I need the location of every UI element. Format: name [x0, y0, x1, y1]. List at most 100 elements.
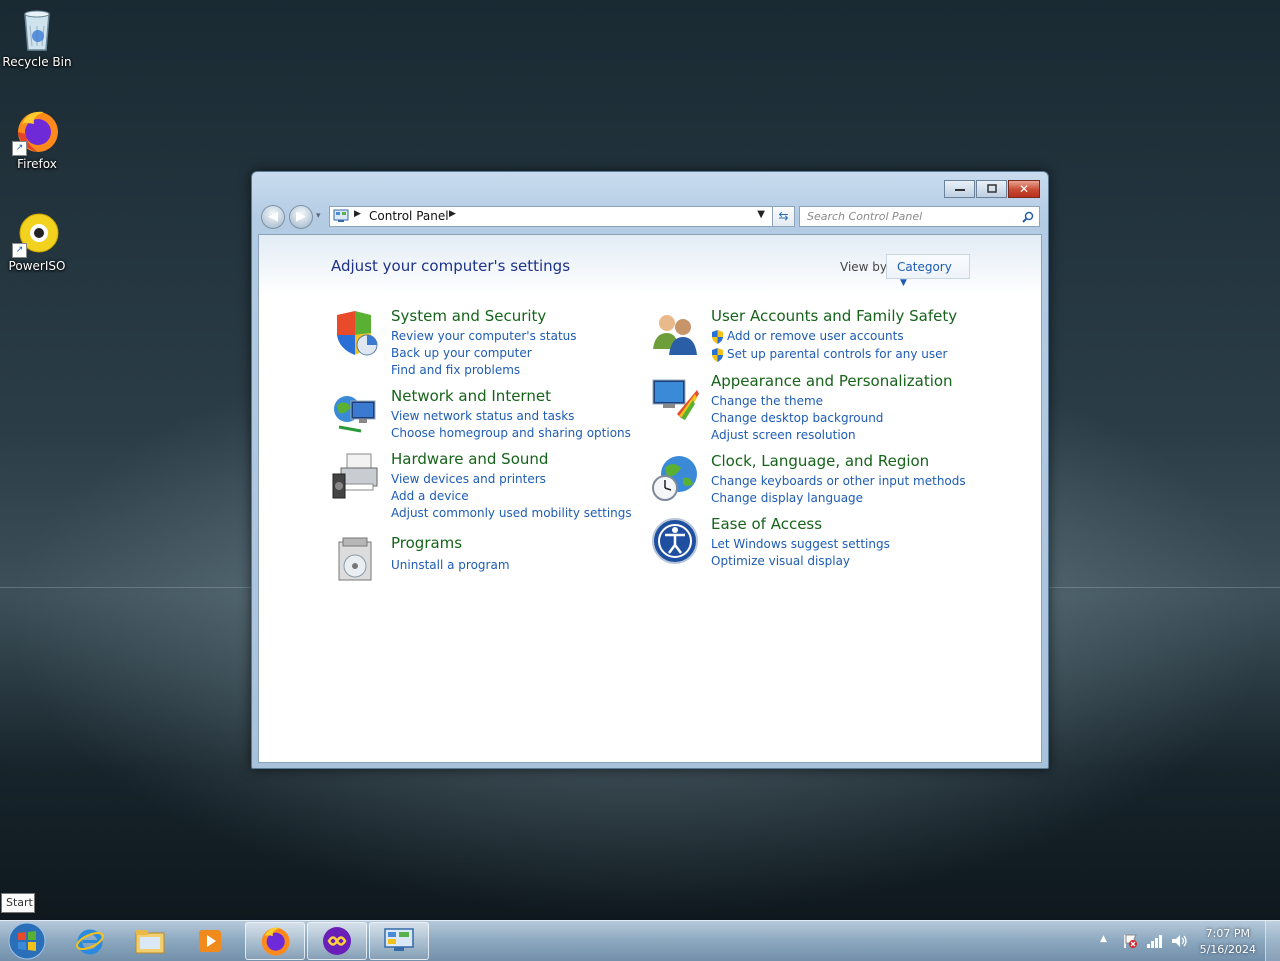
- search-icon: [1022, 211, 1034, 223]
- link-devices-printers[interactable]: View devices and printers: [391, 472, 546, 486]
- close-icon: ✕: [1018, 182, 1030, 196]
- clock-language-icon: [652, 456, 697, 501]
- back-button[interactable]: ◀: [261, 205, 285, 229]
- link-keyboards-input[interactable]: Change keyboards or other input methods: [711, 474, 966, 488]
- link-change-theme[interactable]: Change the theme: [711, 394, 823, 408]
- page-title: Adjust your computer's settings: [331, 257, 571, 275]
- shortcut-arrow-icon: ↗: [12, 243, 27, 258]
- taskbar-internet-explorer[interactable]: [60, 922, 120, 960]
- programs-icon: [338, 537, 372, 581]
- minimize-icon: [954, 189, 965, 191]
- desktop-icon-label: Firefox: [17, 157, 57, 171]
- address-bar[interactable]: ▶ Control Panel ▶ ▼: [329, 206, 794, 227]
- link-display-language[interactable]: Change display language: [711, 491, 863, 505]
- search-placeholder: Search Control Panel: [807, 210, 923, 223]
- caption-buttons: ✕: [944, 180, 1040, 198]
- network-internet-icon: [334, 396, 376, 433]
- restore-icon: [986, 184, 997, 193]
- shortcut-arrow-icon: ↗: [12, 141, 27, 156]
- link-mobility-settings[interactable]: Adjust commonly used mobility settings: [391, 506, 632, 520]
- link-add-remove-accounts[interactable]: Add or remove user accounts: [727, 329, 904, 343]
- forward-arrow-icon: ▶: [296, 209, 306, 224]
- category-title[interactable]: Ease of Access: [711, 515, 822, 533]
- taskbar-app-purple[interactable]: [307, 922, 367, 960]
- taskbar-media-player[interactable]: [180, 922, 240, 960]
- action-center-flag-icon[interactable]: [1122, 933, 1138, 949]
- link-uninstall-program[interactable]: Uninstall a program: [391, 558, 510, 572]
- appearance-icon: [652, 379, 699, 420]
- breadcrumb-separator-icon: ▶: [354, 209, 361, 219]
- control-panel-window: ✕ ◀ ▶ ▾ ▶ Control Panel ▶ ▼ ⇆ Search Con…: [251, 171, 1049, 769]
- firefox-icon: [261, 927, 290, 956]
- minimize-button[interactable]: [944, 180, 975, 198]
- hardware-sound-icon: [332, 453, 378, 499]
- desktop-icon-recycle-bin[interactable]: Recycle Bin: [2, 6, 72, 69]
- link-desktop-background[interactable]: Change desktop background: [711, 411, 883, 425]
- category-title[interactable]: Network and Internet: [391, 387, 551, 405]
- ease-of-access-icon: [652, 518, 698, 564]
- infinity-app-icon: [323, 927, 351, 955]
- category-title[interactable]: Appearance and Personalization: [711, 372, 953, 390]
- taskbar-file-explorer[interactable]: [120, 922, 180, 960]
- category-title[interactable]: System and Security: [391, 307, 546, 325]
- forward-button[interactable]: ▶: [289, 205, 313, 229]
- category-title[interactable]: Clock, Language, and Region: [711, 452, 929, 470]
- network-signal-icon[interactable]: [1146, 933, 1164, 949]
- recycle-bin-icon: [14, 6, 60, 52]
- close-button[interactable]: ✕: [1008, 180, 1040, 198]
- navigation-bar: ◀ ▶ ▾ ▶ Control Panel ▶ ▼ ⇆ Search Contr…: [258, 205, 1042, 229]
- desktop-icon-firefox[interactable]: ↗ Firefox: [2, 108, 72, 171]
- internet-explorer-icon: [76, 929, 104, 955]
- taskbar-firefox[interactable]: [245, 922, 305, 960]
- system-security-icon: [337, 311, 378, 356]
- taskbar-control-panel[interactable]: [369, 922, 429, 960]
- link-review-status[interactable]: Review your computer's status: [391, 329, 577, 343]
- breadcrumb-chevron-icon[interactable]: ▶: [449, 209, 456, 219]
- poweriso-icon: ↗: [12, 210, 60, 258]
- user-accounts-icon: [653, 315, 697, 355]
- recent-pages-dropdown[interactable]: ▾: [316, 211, 321, 221]
- link-screen-resolution[interactable]: Adjust screen resolution: [711, 428, 856, 442]
- uac-shield-icon: [712, 348, 723, 362]
- category-title[interactable]: User Accounts and Family Safety: [711, 307, 957, 325]
- link-windows-suggest[interactable]: Let Windows suggest settings: [711, 537, 890, 551]
- show-desktop-button[interactable]: [1265, 921, 1280, 961]
- windows-logo-icon: [8, 922, 46, 960]
- desktop-icon-label: PowerISO: [8, 259, 66, 273]
- uac-shield-icon: [712, 330, 723, 344]
- category-title[interactable]: Hardware and Sound: [391, 450, 548, 468]
- link-parental-controls[interactable]: Set up parental controls for any user: [727, 347, 947, 361]
- refresh-button[interactable]: ⇆: [772, 206, 795, 227]
- link-homegroup[interactable]: Choose homegroup and sharing options: [391, 426, 631, 440]
- chevron-down-icon: ▼: [900, 278, 907, 288]
- control-panel-icon: [384, 928, 414, 951]
- start-tooltip: Start: [1, 893, 35, 913]
- media-player-icon: [199, 930, 221, 952]
- view-by-label: View by:: [840, 260, 891, 274]
- address-dropdown-icon[interactable]: ▼: [757, 209, 765, 220]
- category-title[interactable]: Programs: [391, 534, 462, 552]
- firefox-icon: ↗: [12, 108, 60, 156]
- link-find-fix[interactable]: Find and fix problems: [391, 363, 520, 377]
- taskbar: ▲ 7:07 PM 5/16/2024: [0, 920, 1280, 961]
- system-clock[interactable]: 7:07 PM 5/16/2024: [1200, 926, 1256, 958]
- link-optimize-display[interactable]: Optimize visual display: [711, 554, 850, 568]
- search-input[interactable]: Search Control Panel: [799, 206, 1040, 227]
- view-by-dropdown[interactable]: Category ▼: [886, 254, 970, 288]
- link-add-device[interactable]: Add a device: [391, 489, 469, 503]
- link-back-up[interactable]: Back up your computer: [391, 346, 532, 360]
- volume-icon[interactable]: [1170, 933, 1188, 949]
- clock-time: 7:07 PM: [1205, 927, 1250, 940]
- start-button[interactable]: [0, 922, 54, 960]
- folder-icon: [135, 930, 165, 954]
- clock-date: 5/16/2024: [1199, 943, 1256, 956]
- control-panel-icon: [333, 209, 349, 222]
- desktop-icon-label: Recycle Bin: [2, 55, 72, 69]
- breadcrumb-control-panel[interactable]: Control Panel: [369, 209, 449, 223]
- link-network-status[interactable]: View network status and tasks: [391, 409, 574, 423]
- view-by-value: Category: [897, 260, 952, 274]
- control-panel-content: Adjust your computer's settings View by:…: [258, 234, 1042, 763]
- show-hidden-icons-button[interactable]: ▲: [1100, 934, 1107, 944]
- restore-button[interactable]: [976, 180, 1007, 198]
- desktop-icon-poweriso[interactable]: ↗ PowerISO: [2, 210, 72, 273]
